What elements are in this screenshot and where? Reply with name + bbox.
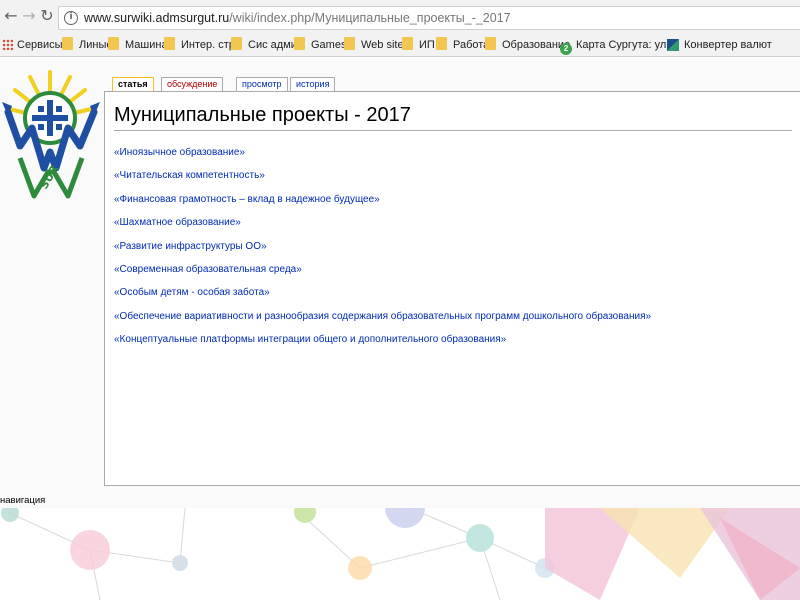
bookmark-label: Карта Сургута: улиц bbox=[576, 39, 679, 51]
tab-article[interactable]: статья bbox=[112, 77, 154, 92]
bookmark-folder[interactable]: Web site bbox=[344, 37, 404, 53]
folder-icon bbox=[402, 37, 413, 50]
wiki-page: SUR статья обсуждение просмотр история М… bbox=[0, 58, 800, 508]
folder-icon bbox=[294, 37, 305, 50]
bookmark-label: Конвертер валют bbox=[684, 39, 772, 51]
folder-icon bbox=[164, 37, 175, 50]
map-icon: 2 bbox=[560, 43, 572, 55]
apps-icon bbox=[2, 39, 13, 50]
project-link[interactable]: «Иноязычное образование» bbox=[114, 146, 651, 169]
project-link[interactable]: «Концептуальные платформы интеграции общ… bbox=[114, 333, 651, 356]
back-arrow-icon[interactable]: ← bbox=[3, 8, 19, 24]
reload-icon[interactable]: ↻ bbox=[39, 8, 55, 24]
folder-icon bbox=[436, 37, 447, 50]
folder-icon bbox=[62, 37, 73, 50]
url-text[interactable]: www.surwiki.admsurgut.ru/wiki/index.php/… bbox=[84, 11, 511, 26]
folder-icon bbox=[108, 37, 119, 50]
bookmark-label: Интер. стр. bbox=[181, 39, 238, 51]
slide: ← → ↻ i www.surwiki.admsurgut.ru/wiki/in… bbox=[0, 0, 800, 600]
bookmark-folder[interactable]: Линые bbox=[62, 37, 112, 53]
wiki-logo[interactable]: SUR bbox=[0, 68, 102, 203]
bookmark-folder[interactable]: ИП bbox=[402, 37, 435, 53]
project-link[interactable]: «Финансовая грамотность – вклад в надежн… bbox=[114, 193, 651, 216]
project-link[interactable]: «Читательская компетентность» bbox=[114, 169, 651, 192]
sidebar-navigation-label: навигация bbox=[0, 495, 46, 506]
bookmark-label: ИП bbox=[419, 39, 435, 51]
bookmark-folder[interactable]: Работа bbox=[436, 37, 489, 53]
bookmark-folder[interactable]: Машина bbox=[108, 37, 168, 53]
title-divider bbox=[114, 130, 792, 131]
info-icon[interactable]: i bbox=[64, 11, 78, 25]
project-link-list: «Иноязычное образование» «Читательская к… bbox=[114, 146, 651, 357]
bookmarks-bar: Сервисы Линые Машина Интер. стр. Сис адм… bbox=[0, 33, 800, 57]
page-title: Муниципальные проекты - 2017 bbox=[114, 104, 411, 126]
project-link[interactable]: «Особым детям - особая забота» bbox=[114, 286, 651, 309]
project-link[interactable]: «Современная образовательная среда» bbox=[114, 263, 651, 286]
tab-discussion[interactable]: обсуждение bbox=[161, 77, 224, 92]
url-domain: www.surwiki.admsurgut.ru bbox=[84, 11, 230, 25]
folder-icon bbox=[485, 37, 496, 50]
bookmark-label: Сервисы bbox=[17, 39, 63, 51]
bookmark-folder[interactable]: Интер. стр. bbox=[164, 37, 238, 53]
tab-history[interactable]: история bbox=[290, 77, 336, 92]
bookmark-map[interactable]: 2 Карта Сургута: улиц bbox=[560, 37, 679, 55]
bookmark-label: Машина bbox=[125, 39, 168, 51]
url-path: /wiki/index.php/Муниципальные_проекты_-_… bbox=[229, 11, 511, 25]
bookmark-folder[interactable]: Сис админ bbox=[231, 37, 303, 53]
url-field[interactable]: i www.surwiki.admsurgut.ru/wiki/index.ph… bbox=[58, 6, 800, 30]
project-link[interactable]: «Развитие инфраструктуры ОО» bbox=[114, 240, 651, 263]
bookmark-label: Games bbox=[311, 39, 347, 51]
address-bar-row: ← → ↻ i www.surwiki.admsurgut.ru/wiki/in… bbox=[0, 0, 800, 33]
converter-icon bbox=[667, 39, 679, 51]
project-link[interactable]: «Обеспечение вариативности и разнообрази… bbox=[114, 310, 651, 333]
folder-icon bbox=[231, 37, 242, 50]
bookmark-converter[interactable]: Конвертер валют bbox=[667, 37, 772, 53]
forward-arrow-icon[interactable]: → bbox=[21, 8, 37, 24]
project-link[interactable]: «Шахматное образование» bbox=[114, 216, 651, 239]
bookmark-label: Работа bbox=[453, 39, 490, 51]
bookmark-label: Web site bbox=[361, 39, 404, 51]
bookmark-services[interactable]: Сервисы bbox=[2, 37, 63, 53]
folder-icon bbox=[344, 37, 355, 50]
decorative-background bbox=[1, 508, 800, 600]
bookmark-folder[interactable]: Образование bbox=[485, 37, 570, 53]
tab-view[interactable]: просмотр bbox=[236, 77, 288, 92]
bookmark-folder[interactable]: Games bbox=[294, 37, 346, 53]
